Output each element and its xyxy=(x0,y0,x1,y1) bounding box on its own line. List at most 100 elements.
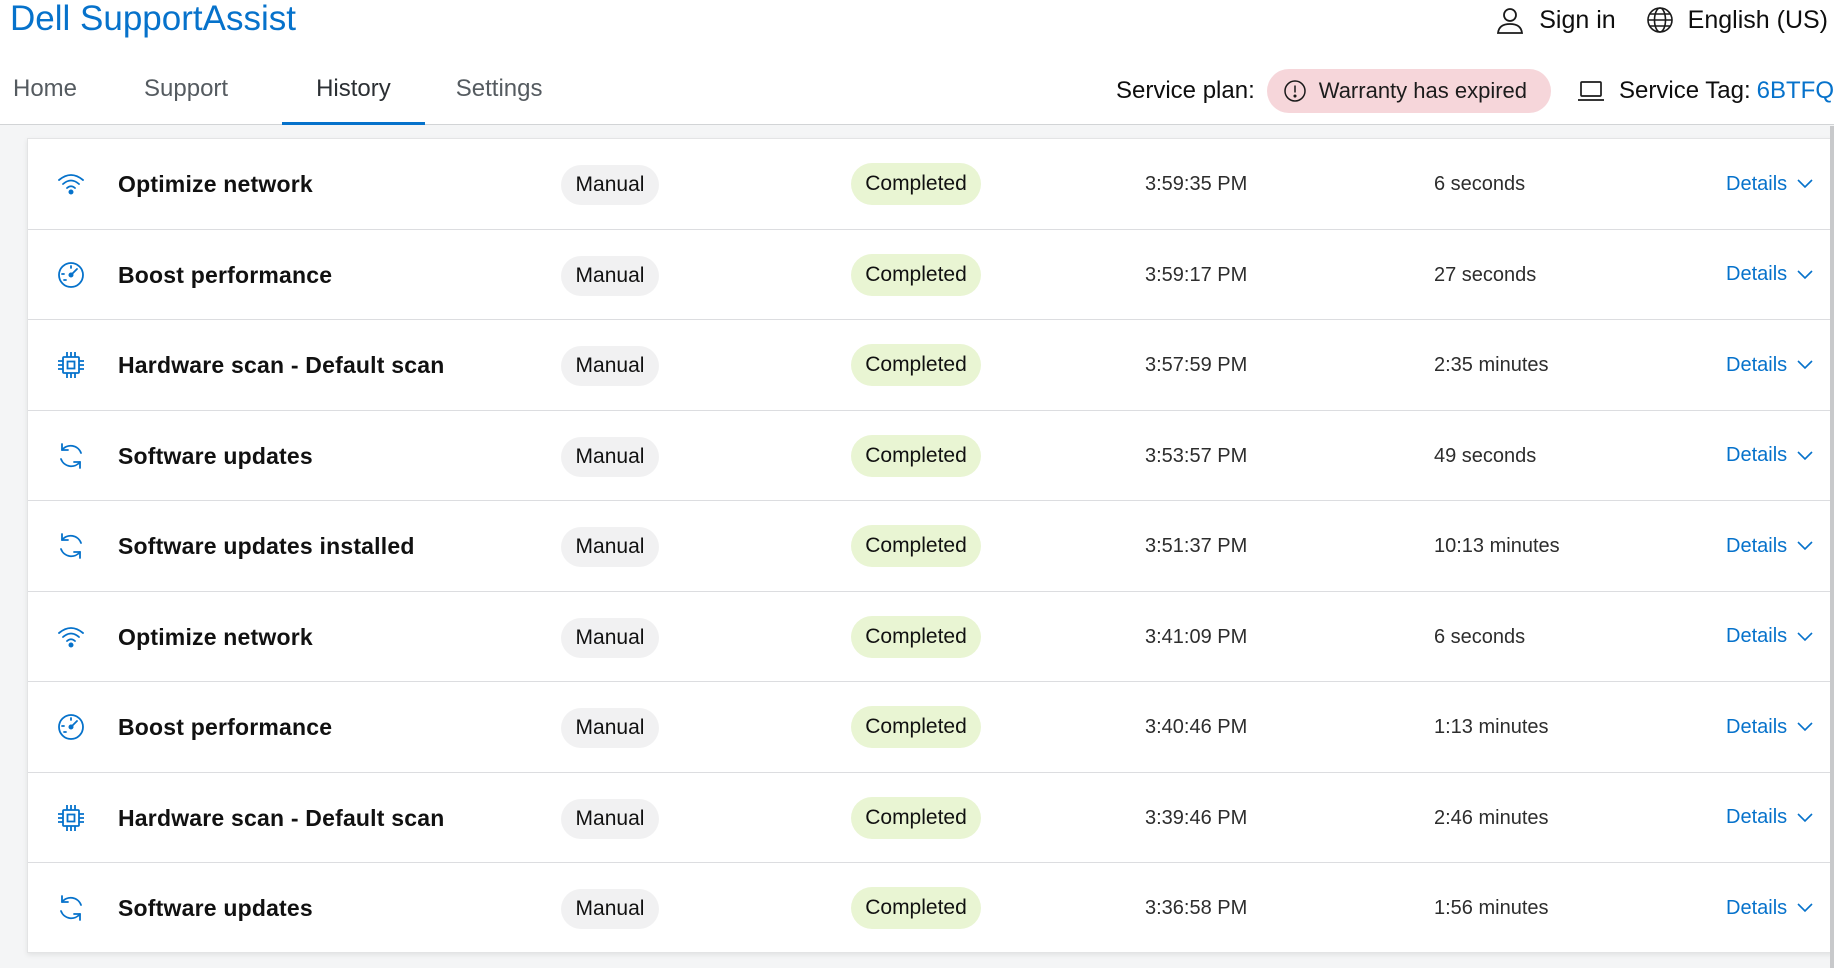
globe-icon xyxy=(1646,7,1673,33)
activity-duration: 2:46 minutes xyxy=(1434,806,1549,829)
details-link[interactable]: Details xyxy=(1726,230,1813,320)
activity-name: Software updates installed xyxy=(118,533,415,559)
history-row: Software updates installed Manual Comple… xyxy=(28,501,1834,592)
activity-time: 3:53:57 PM xyxy=(1145,444,1248,467)
run-type-badge: Manual xyxy=(561,798,659,839)
status-badge: Completed xyxy=(851,163,981,205)
activity-name: Hardware scan - Default scan xyxy=(118,804,445,831)
run-type-badge: Manual xyxy=(561,165,659,205)
activity-duration: 10:13 minutes xyxy=(1434,535,1560,557)
tab-home[interactable]: Home xyxy=(0,66,90,125)
scrollbar[interactable] xyxy=(1830,126,1834,968)
activity-time: 3:41:09 PM xyxy=(1145,625,1248,648)
run-type-badge: Manual xyxy=(561,889,659,929)
laptop-icon xyxy=(1578,81,1605,101)
activity-duration: 6 seconds xyxy=(1434,625,1526,648)
chevron-down-icon xyxy=(1797,360,1813,370)
details-label: Details xyxy=(1726,353,1788,376)
language-label: English (US) xyxy=(1687,5,1828,34)
history-row: Hardware scan - Default scan Manual Comp… xyxy=(28,320,1834,411)
run-type-badge: Manual xyxy=(561,617,659,658)
gauge-icon xyxy=(56,260,86,290)
status-badge: Completed xyxy=(851,525,981,567)
refresh-icon xyxy=(56,441,86,471)
activity-duration: 27 seconds xyxy=(1434,263,1537,286)
chevron-down-icon xyxy=(1797,269,1813,279)
details-link[interactable]: Details xyxy=(1726,139,1813,229)
details-link[interactable]: Details xyxy=(1726,501,1813,591)
service-tag-label: Service Tag: xyxy=(1619,77,1751,104)
account-area: Sign in English (US) xyxy=(1495,0,1834,40)
activity-time: 3:36:58 PM xyxy=(1145,897,1248,919)
chevron-down-icon xyxy=(1797,179,1813,189)
run-type-badge: Manual xyxy=(561,346,659,386)
history-row: Hardware scan - Default scan Manual Comp… xyxy=(28,773,1834,863)
details-link[interactable]: Details xyxy=(1726,773,1813,863)
details-label: Details xyxy=(1726,625,1788,647)
chevron-down-icon xyxy=(1797,450,1813,460)
activity-time: 3:59:35 PM xyxy=(1145,173,1248,195)
status-badge: Completed xyxy=(851,253,981,296)
details-label: Details xyxy=(1726,806,1788,828)
main-nav: Home Support History Settings xyxy=(0,66,555,125)
activity-duration: 2:35 minutes xyxy=(1434,354,1549,376)
refresh-icon xyxy=(56,893,86,923)
details-link[interactable]: Details xyxy=(1726,682,1813,772)
details-label: Details xyxy=(1726,263,1788,285)
history-list: Optimize network Manual Completed 3:59:3… xyxy=(27,138,1834,953)
activity-time: 3:57:59 PM xyxy=(1145,354,1248,376)
chevron-down-icon xyxy=(1797,812,1813,822)
wifi-icon xyxy=(56,169,86,199)
service-tag-value[interactable]: 6BTFQ xyxy=(1757,77,1834,105)
activity-name: Boost performance xyxy=(118,714,333,740)
gauge-icon xyxy=(56,712,86,742)
activity-time: 3:59:17 PM xyxy=(1145,263,1248,286)
status-badge: Completed xyxy=(851,796,981,839)
activity-name: Optimize network xyxy=(118,623,313,650)
app-title: Dell SupportAssist xyxy=(10,0,296,38)
user-icon xyxy=(1497,8,1524,34)
refresh-icon xyxy=(56,531,86,561)
details-link[interactable]: Details xyxy=(1726,411,1813,501)
sign-in-link[interactable]: Sign in xyxy=(1495,5,1616,35)
warranty-status-text: Warranty has expired xyxy=(1318,78,1528,103)
activity-name: Software updates xyxy=(118,442,313,469)
history-row: Boost performance Manual Completed 3:40:… xyxy=(28,682,1834,773)
details-label: Details xyxy=(1726,715,1788,738)
status-badge: Completed xyxy=(851,434,981,477)
run-type-badge: Manual xyxy=(561,708,659,748)
details-label: Details xyxy=(1726,534,1788,557)
status-badge: Completed xyxy=(851,706,981,748)
activity-time: 3:39:46 PM xyxy=(1145,806,1248,829)
chevron-down-icon xyxy=(1797,903,1813,913)
history-row: Optimize network Manual Completed 3:59:3… xyxy=(28,139,1834,230)
history-row: Software updates Manual Completed 3:36:5… xyxy=(28,863,1834,954)
tab-support[interactable]: Support xyxy=(131,66,241,125)
activity-time: 3:51:37 PM xyxy=(1145,535,1248,557)
run-type-badge: Manual xyxy=(561,255,659,296)
activity-name: Hardware scan - Default scan xyxy=(118,352,445,378)
tab-history[interactable]: History xyxy=(282,66,425,125)
activity-duration: 1:13 minutes xyxy=(1434,716,1549,738)
activity-duration: 49 seconds xyxy=(1434,444,1537,467)
activity-name: Boost performance xyxy=(118,261,333,288)
details-link[interactable]: Details xyxy=(1726,592,1813,682)
warranty-status-badge[interactable]: Warranty has expired xyxy=(1266,69,1552,113)
history-row: Boost performance Manual Completed 3:59:… xyxy=(28,230,1834,320)
chevron-down-icon xyxy=(1797,722,1813,732)
language-selector[interactable]: English (US) xyxy=(1646,6,1828,35)
info-icon xyxy=(1284,80,1306,102)
activity-time: 3:40:46 PM xyxy=(1145,716,1248,738)
sign-in-label: Sign in xyxy=(1539,5,1616,34)
activity-name: Optimize network xyxy=(118,171,313,197)
chevron-down-icon xyxy=(1797,541,1813,551)
status-badge: Completed xyxy=(851,887,981,929)
history-row: Optimize network Manual Completed 3:41:0… xyxy=(28,592,1834,682)
tab-settings[interactable]: Settings xyxy=(443,66,556,125)
service-info: Service plan: Warranty has expired Servi… xyxy=(1116,69,1834,113)
details-link[interactable]: Details xyxy=(1726,863,1813,953)
chevron-down-icon xyxy=(1797,631,1813,641)
details-label: Details xyxy=(1726,444,1788,466)
details-link[interactable]: Details xyxy=(1726,320,1813,410)
service-plan-label: Service plan: xyxy=(1116,77,1255,104)
